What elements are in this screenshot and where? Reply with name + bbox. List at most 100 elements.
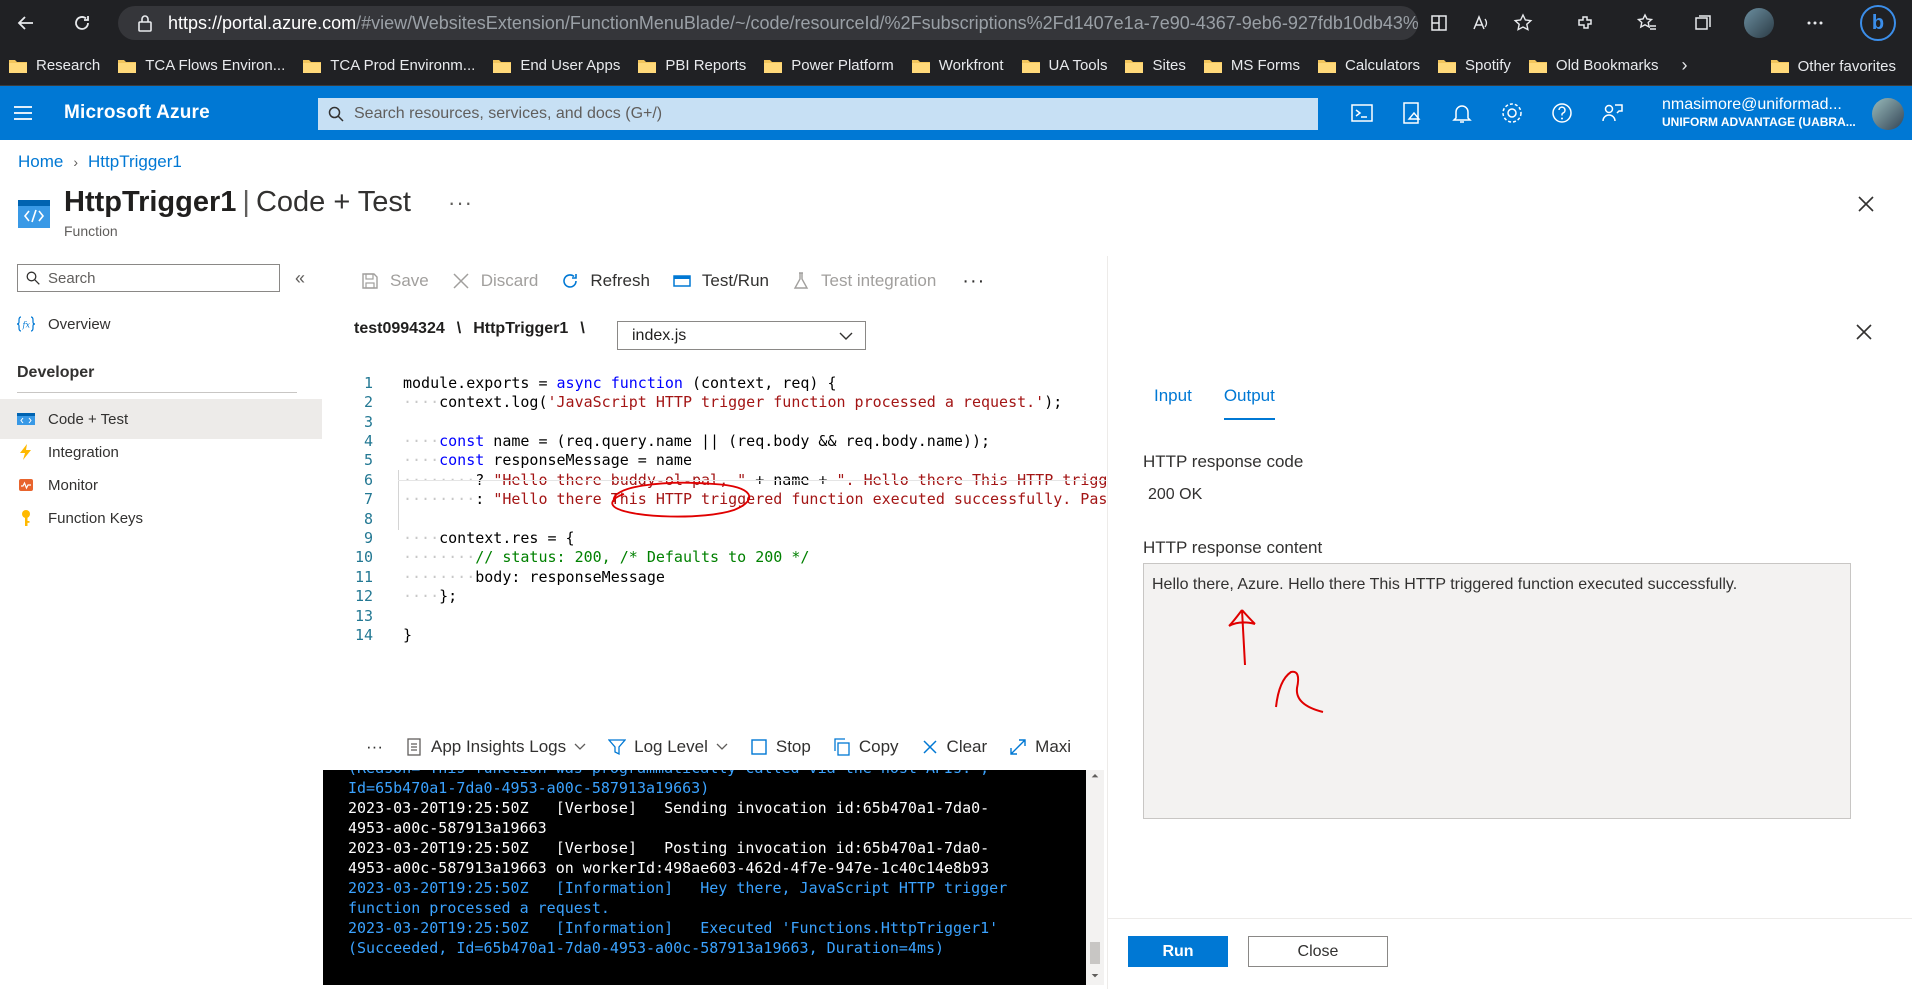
bookmark-item[interactable]: TCA Prod Environm... <box>302 57 475 74</box>
run-button[interactable]: Run <box>1128 936 1228 967</box>
close-icon[interactable] <box>1855 193 1877 215</box>
maximize-button[interactable]: Maxi <box>1009 737 1071 757</box>
collections-icon[interactable] <box>1688 8 1718 38</box>
bookmark-item[interactable]: TCA Flows Environ... <box>117 57 285 74</box>
global-search-input[interactable]: Search resources, services, and docs (G+… <box>318 98 1318 130</box>
bookmark-label: UA Tools <box>1048 57 1108 74</box>
response-code-label: HTTP response code <box>1143 452 1304 471</box>
file-path: test0994324 \ HttpTrigger1 \ <box>354 320 597 338</box>
address-bar[interactable]: https://portal.azure.com/#view/WebsitesE… <box>118 6 1418 40</box>
bookmark-item[interactable]: End User Apps <box>492 57 620 74</box>
folder-icon <box>637 58 657 74</box>
back-icon[interactable] <box>6 3 46 43</box>
refresh-button[interactable]: Refresh <box>560 271 650 291</box>
favorite-add-icon[interactable] <box>1508 8 1538 38</box>
sidebar-item-function-keys[interactable]: Function Keys <box>0 498 322 538</box>
tab-input[interactable]: Input <box>1154 386 1192 420</box>
log-console[interactable]: (Reason='This function was programmatica… <box>323 770 1086 985</box>
avatar[interactable] <box>1872 98 1904 130</box>
line-number: 9 <box>363 529 373 547</box>
help-icon[interactable] <box>1548 99 1576 127</box>
close-icon[interactable] <box>1854 322 1874 342</box>
file-dropdown[interactable]: index.js <box>617 321 866 350</box>
log-line: function processed a request. <box>348 899 610 917</box>
stop-button[interactable]: Stop <box>750 737 811 757</box>
close-button[interactable]: Close <box>1248 936 1388 967</box>
code-editor[interactable]: 1 2 3 4 5 6 7 8 9 10 11 12 13 14 module.exports = asy… <box>323 364 1106 720</box>
sidebar-item-label: Integration <box>48 443 119 461</box>
more-options-button[interactable]: ··· <box>448 190 473 216</box>
breadcrumb-function[interactable]: HttpTrigger1 <box>88 152 182 172</box>
scroll-up-icon[interactable] <box>1089 770 1101 782</box>
save-label: Save <box>390 271 429 290</box>
notifications-icon[interactable] <box>1448 99 1476 127</box>
discard-button[interactable]: Discard <box>451 271 538 291</box>
bookmark-item[interactable]: UA Tools <box>1021 57 1108 74</box>
scrollbar-thumb[interactable] <box>1090 942 1100 964</box>
other-favorites[interactable]: Other favorites <box>1770 46 1896 86</box>
bing-chat-button[interactable]: b <box>1860 5 1896 41</box>
bookmark-item[interactable]: Sites <box>1124 57 1186 74</box>
bookmark-label: TCA Prod Environm... <box>330 57 476 74</box>
profile-icon[interactable] <box>1744 8 1774 38</box>
search-icon <box>328 106 344 122</box>
feedback-icon[interactable] <box>1598 99 1626 127</box>
url-path: /#view/WebsitesExtension/FunctionMenuBla… <box>356 12 1418 33</box>
response-content-box[interactable]: Hello there, Azure. Hello there This HTT… <box>1143 563 1851 819</box>
menu-search-input[interactable]: Search <box>17 264 280 292</box>
scroll-down-icon[interactable] <box>1089 970 1101 982</box>
lock-icon <box>136 14 154 32</box>
log-line: 2023-03-20T19:25:50Z [Information] Execu… <box>348 919 999 937</box>
bookmark-item[interactable]: Spotify <box>1437 57 1511 74</box>
code-line: ····const name = (req.query.name || (req… <box>403 432 991 450</box>
breadcrumb-home[interactable]: Home <box>18 152 63 172</box>
bookmark-item[interactable]: Old Bookmarks <box>1528 57 1658 74</box>
log-scrollbar[interactable] <box>1086 770 1104 985</box>
directory-filter-icon[interactable] <box>1398 99 1426 127</box>
extensions-icon[interactable] <box>1570 8 1600 38</box>
more-commands-button[interactable]: ··· <box>962 270 985 293</box>
stop-label: Stop <box>775 737 811 756</box>
settings-more-icon[interactable] <box>1800 8 1830 38</box>
sidebar-item-overview[interactable]: fx Overview <box>0 304 322 344</box>
svg-text:fx: fx <box>22 321 31 330</box>
document-icon <box>405 738 423 756</box>
test-run-button[interactable]: Test/Run <box>672 271 769 291</box>
bookmarks-overflow-button[interactable]: › <box>1681 55 1687 76</box>
save-button[interactable]: Save <box>360 271 429 291</box>
brand-name[interactable]: Microsoft Azure <box>64 102 210 124</box>
log-more-button[interactable]: ··· <box>366 737 383 757</box>
split-screen-icon[interactable] <box>1424 8 1454 38</box>
copy-button[interactable]: Copy <box>833 737 899 757</box>
test-integration-button[interactable]: Test integration <box>791 271 936 291</box>
folder-icon <box>1124 58 1144 74</box>
code-line: ····}; <box>403 587 458 605</box>
bookmark-item[interactable]: Power Platform <box>763 57 894 74</box>
app-insights-logs-dropdown[interactable]: App Insights Logs <box>405 737 586 757</box>
clear-button[interactable]: Clear <box>921 737 987 757</box>
refresh-icon[interactable] <box>62 3 102 43</box>
read-aloud-icon[interactable] <box>1466 8 1496 38</box>
log-level-dropdown[interactable]: Log Level <box>608 737 728 757</box>
bookmark-item[interactable]: MS Forms <box>1203 57 1300 74</box>
test-integration-label: Test integration <box>821 271 937 290</box>
bookmark-item[interactable]: Research <box>8 57 100 74</box>
bookmark-item[interactable]: Calculators <box>1317 57 1420 74</box>
bookmark-label: Research <box>36 57 101 74</box>
favorites-icon[interactable] <box>1632 8 1662 38</box>
chevron-right-icon: › <box>73 154 79 170</box>
code-line: ········// status: 200, /* Defaults to 2… <box>403 548 810 566</box>
tab-output[interactable]: Output <box>1223 386 1275 420</box>
response-code-value: 200 OK <box>1148 486 1203 503</box>
bookmark-item[interactable]: Workfront <box>911 57 1004 74</box>
collapse-menu-button[interactable]: « <box>295 268 305 289</box>
bookmark-item[interactable]: PBI Reports <box>637 57 746 74</box>
account-info[interactable]: nmasimore@uniformad... UNIFORM ADVANTAGE… <box>1662 96 1856 130</box>
menu-icon[interactable] <box>12 103 36 123</box>
settings-icon[interactable] <box>1498 99 1526 127</box>
response-content-text: Hello there, Azure. Hello there This HTT… <box>1152 576 1738 593</box>
cloud-shell-icon[interactable] <box>1348 99 1376 127</box>
current-line-highlight <box>398 480 1106 481</box>
log-level-label: Log Level <box>634 737 708 756</box>
page-title-blade: Code + Test <box>255 186 411 218</box>
